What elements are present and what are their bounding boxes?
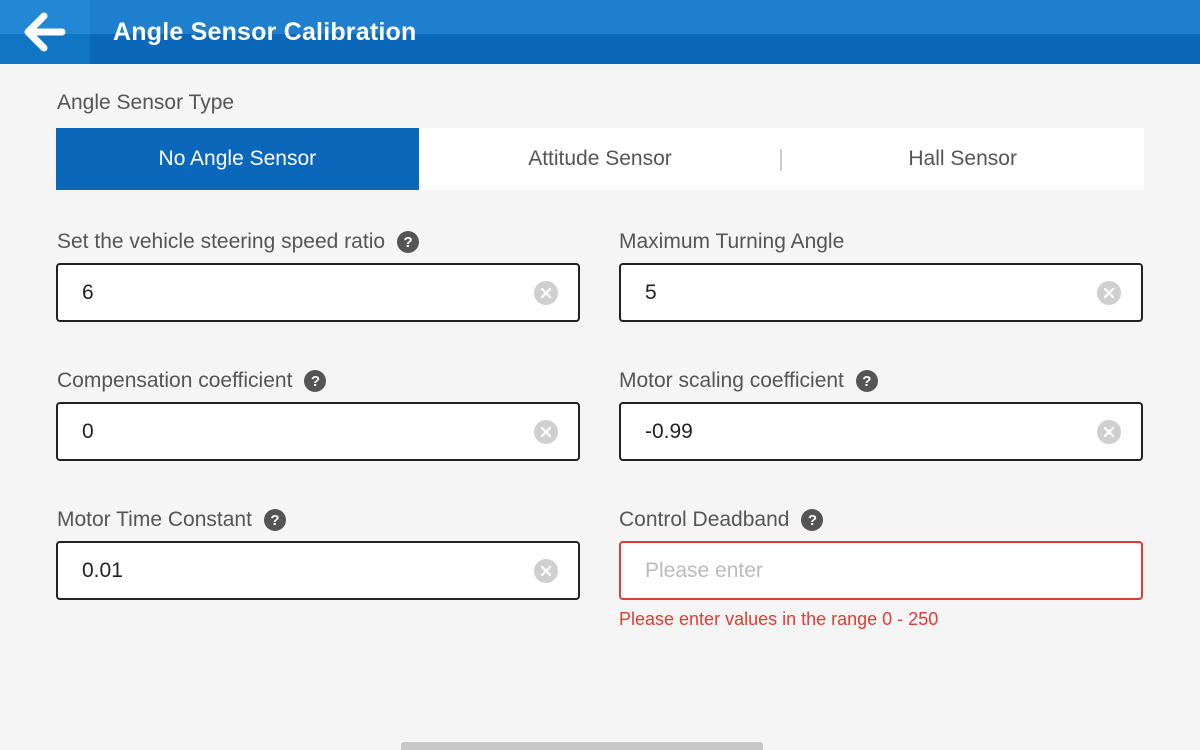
steering-ratio-field [56, 263, 580, 322]
back-button[interactable] [0, 0, 90, 64]
clear-icon[interactable] [534, 281, 558, 305]
help-icon[interactable]: ? [855, 370, 878, 392]
help-icon[interactable]: ? [263, 509, 286, 531]
compensation-field [56, 402, 580, 461]
max-turning-angle-label-text: Maximum Turning Angle [619, 230, 845, 253]
bottom-action-bar[interactable] [401, 742, 763, 750]
motor-scaling-label-text: Motor scaling coefficient [619, 369, 844, 392]
clear-icon[interactable] [534, 420, 558, 444]
sensor-type-label: Angle Sensor Type [57, 91, 235, 114]
option-attitude-sensor[interactable]: Attitude Sensor [419, 128, 782, 190]
clear-icon[interactable] [1097, 281, 1121, 305]
control-deadband-input[interactable] [645, 543, 1075, 598]
compensation-label-text: Compensation coefficient [57, 369, 293, 392]
control-deadband-field [619, 541, 1143, 600]
motor-time-constant-field [56, 541, 580, 600]
steering-ratio-input[interactable] [82, 265, 512, 320]
motor-scaling-input[interactable] [645, 404, 1075, 459]
help-icon[interactable]: ? [304, 370, 327, 392]
compensation-input[interactable] [82, 404, 512, 459]
motor-time-constant-label-text: Motor Time Constant [57, 508, 252, 531]
motor-time-constant-input[interactable] [82, 543, 512, 598]
help-icon[interactable]: ? [397, 231, 420, 253]
control-deadband-label: Control Deadband ? [619, 508, 824, 532]
compensation-label: Compensation coefficient ? [57, 369, 327, 393]
clear-icon[interactable] [534, 559, 558, 583]
control-deadband-error: Please enter values in the range 0 - 250 [619, 609, 939, 629]
motor-scaling-label: Motor scaling coefficient ? [619, 369, 878, 393]
max-turning-angle-label: Maximum Turning Angle [619, 230, 844, 254]
steering-ratio-label: Set the vehicle steering speed ratio ? [57, 230, 420, 254]
segment-divider [780, 149, 782, 171]
max-turning-angle-field [619, 263, 1143, 322]
option-hall-sensor[interactable]: Hall Sensor [781, 128, 1144, 190]
clear-icon[interactable] [1097, 420, 1121, 444]
back-arrow-icon [24, 12, 66, 52]
title-bar: Angle Sensor Calibration [0, 0, 1200, 64]
max-turning-angle-input[interactable] [645, 265, 1075, 320]
help-icon[interactable]: ? [801, 509, 824, 531]
steering-ratio-label-text: Set the vehicle steering speed ratio [57, 230, 386, 253]
control-deadband-label-text: Control Deadband [619, 508, 790, 531]
motor-scaling-field [619, 402, 1143, 461]
page-title: Angle Sensor Calibration [113, 18, 417, 46]
sensor-type-selector: No Angle Sensor Attitude Sensor Hall Sen… [56, 128, 1144, 190]
motor-time-constant-label: Motor Time Constant ? [57, 508, 286, 532]
option-no-angle-sensor[interactable]: No Angle Sensor [56, 128, 419, 190]
